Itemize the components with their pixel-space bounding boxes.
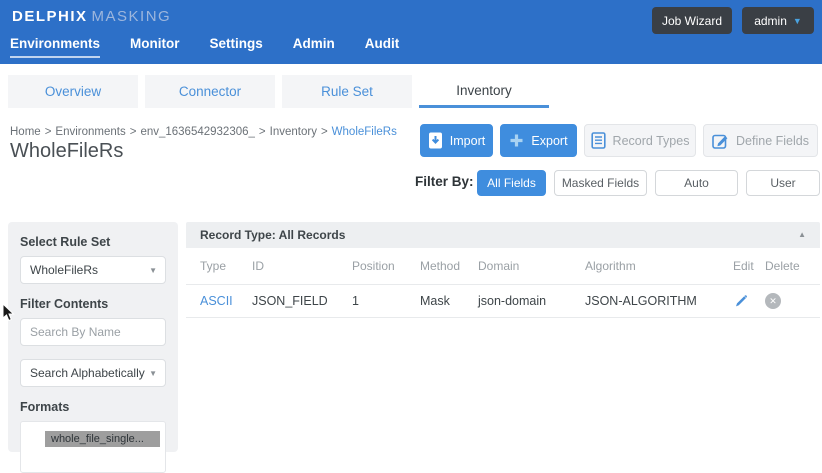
nav-settings[interactable]: Settings	[210, 36, 263, 58]
cell-type-link[interactable]: ASCII	[200, 294, 252, 308]
cell-domain: json-domain	[478, 294, 585, 308]
delete-icon[interactable]: ✕	[765, 293, 820, 309]
filter-all-fields-button[interactable]: All Fields	[477, 170, 546, 196]
tab-inventory[interactable]: Inventory	[419, 75, 549, 108]
export-button[interactable]: Export	[500, 124, 577, 157]
export-label: Export	[531, 134, 567, 148]
rule-set-sidebar: Select Rule Set WholeFileRs ▼ Filter Con…	[8, 222, 178, 452]
column-header-algorithm: Algorithm	[585, 259, 733, 273]
column-header-id: ID	[252, 259, 352, 273]
column-header-position: Position	[352, 259, 420, 273]
column-header-method: Method	[420, 259, 478, 273]
delphix-logo: DELPHIXMASKING	[12, 8, 171, 25]
tab-overview[interactable]: Overview	[8, 75, 138, 108]
chevron-down-icon: ▼	[149, 369, 157, 378]
formats-list: whole_file_single...	[20, 421, 166, 473]
collapse-caret-icon[interactable]: ▲	[798, 230, 806, 239]
column-header-domain: Domain	[478, 259, 585, 273]
export-plus-icon	[509, 133, 524, 148]
define-fields-edit-icon	[712, 133, 729, 149]
define-fields-button[interactable]: Define Fields	[703, 124, 818, 157]
define-fields-label: Define Fields	[736, 134, 809, 148]
breadcrumb-separator: >	[259, 126, 266, 138]
nav-audit[interactable]: Audit	[365, 36, 400, 58]
nav-monitor[interactable]: Monitor	[130, 36, 180, 58]
brand-primary: DELPHIX	[12, 8, 88, 25]
breadcrumb-separator: >	[321, 126, 328, 138]
column-header-edit: Edit	[733, 259, 765, 273]
tab-strip: Overview Connector Rule Set Inventory	[8, 75, 549, 108]
cell-method: Mask	[420, 294, 478, 308]
cell-algorithm: JSON-ALGORITHM	[585, 294, 733, 308]
column-header-type: Type	[200, 259, 252, 273]
import-label: Import	[450, 134, 485, 148]
tab-connector[interactable]: Connector	[145, 75, 275, 108]
cell-position: 1	[352, 294, 420, 308]
select-rule-set-label: Select Rule Set	[20, 235, 166, 249]
rule-set-select[interactable]: WholeFileRs ▼	[20, 256, 166, 284]
column-header-delete: Delete	[765, 259, 820, 273]
user-menu-label: admin	[754, 14, 787, 28]
search-by-name-input[interactable]	[20, 318, 166, 346]
filter-masked-fields-button[interactable]: Masked Fields	[554, 170, 647, 196]
breadcrumb-environments[interactable]: Environments	[55, 126, 125, 138]
table-row: ASCII JSON_FIELD 1 Mask json-domain JSON…	[186, 284, 820, 318]
filter-auto-button[interactable]: Auto	[655, 170, 738, 196]
user-menu-button[interactable]: admin ▼	[742, 7, 814, 34]
sort-select[interactable]: Search Alphabetically ▼	[20, 359, 166, 387]
table-header-row: Type ID Position Method Domain Algorithm…	[186, 248, 820, 284]
formats-label: Formats	[20, 400, 166, 414]
breadcrumb: Home>Environments>env_1636542932306_>Inv…	[10, 126, 397, 138]
inventory-table: Record Type: All Records ▲ Type ID Posit…	[186, 222, 820, 318]
record-types-document-icon	[591, 132, 606, 149]
sort-value: Search Alphabetically	[30, 366, 145, 380]
page-title: WholeFileRs	[10, 140, 123, 163]
chevron-down-icon: ▼	[793, 16, 802, 26]
record-type-header-label: Record Type: All Records	[200, 228, 345, 242]
import-icon	[428, 132, 443, 149]
cell-id: JSON_FIELD	[252, 294, 352, 308]
record-type-header: Record Type: All Records ▲	[186, 222, 820, 248]
breadcrumb-inventory[interactable]: Inventory	[270, 126, 317, 138]
nav-admin[interactable]: Admin	[293, 36, 335, 58]
job-wizard-button[interactable]: Job Wizard	[652, 7, 732, 34]
main-nav: Environments Monitor Settings Admin Audi…	[10, 36, 399, 58]
breadcrumb-home[interactable]: Home	[10, 126, 41, 138]
breadcrumb-separator: >	[45, 126, 52, 138]
filter-user-button[interactable]: User	[746, 170, 820, 196]
brand-secondary: MASKING	[92, 8, 172, 25]
filter-contents-label: Filter Contents	[20, 297, 166, 311]
chevron-down-icon: ▼	[149, 266, 157, 275]
record-types-label: Record Types	[613, 134, 690, 148]
tab-rule-set[interactable]: Rule Set	[282, 75, 412, 108]
import-button[interactable]: Import	[420, 124, 493, 157]
breadcrumb-current[interactable]: WholeFileRs	[332, 126, 397, 138]
delete-x-glyph: ✕	[765, 293, 781, 309]
format-item-selected[interactable]: whole_file_single...	[45, 431, 160, 447]
record-types-button[interactable]: Record Types	[584, 124, 696, 157]
breadcrumb-separator: >	[130, 126, 137, 138]
filter-by-label: Filter By:	[415, 174, 474, 189]
app-header: DELPHIXMASKING Environments Monitor Sett…	[0, 0, 822, 64]
breadcrumb-environment-name[interactable]: env_1636542932306_	[140, 126, 254, 138]
edit-pencil-icon[interactable]	[733, 293, 765, 309]
nav-environments[interactable]: Environments	[10, 36, 100, 58]
rule-set-value: WholeFileRs	[30, 263, 98, 277]
